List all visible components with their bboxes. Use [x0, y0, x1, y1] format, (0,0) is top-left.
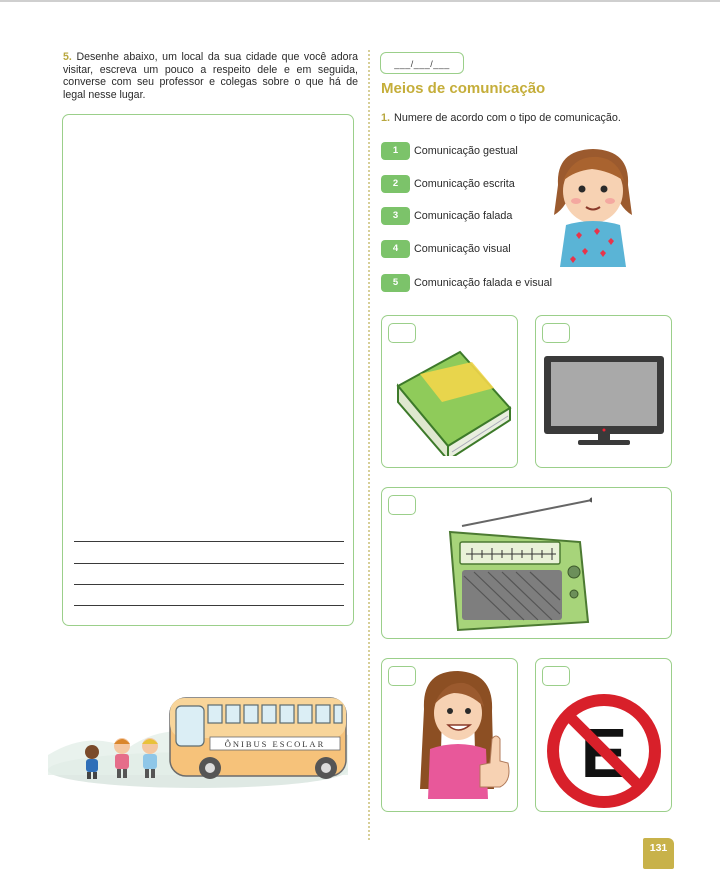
radio-icon — [448, 497, 592, 632]
type-number-badge: 1 — [381, 142, 410, 160]
type-number-badge: 3 — [381, 207, 410, 225]
page-number: 131 — [643, 838, 674, 869]
communication-type-1: 1 Comunicação gestual — [381, 142, 518, 160]
type-label: Comunicação visual — [414, 243, 511, 255]
thumbs-up-girl-icon — [420, 671, 510, 799]
card-book — [381, 315, 518, 468]
type-number-badge: 2 — [381, 175, 410, 193]
drawing-area[interactable] — [62, 114, 354, 626]
type-label: Comunicação falada e visual — [414, 277, 553, 289]
card-tv — [535, 315, 672, 468]
writing-line-4[interactable] — [74, 605, 344, 606]
communication-type-4: 4 Comunicação visual — [381, 240, 511, 258]
exercise-1-number: 1. — [381, 112, 391, 124]
type-label: Comunicação escrita — [414, 178, 515, 190]
television-icon — [544, 356, 664, 445]
exercise-5-text: 5. Desenhe abaixo, um local da sua cidad… — [63, 51, 358, 101]
type-label: Comunicação gestual — [414, 145, 518, 157]
no-parking-sign-icon: E — [547, 694, 661, 808]
writing-line-2[interactable] — [74, 563, 344, 564]
communication-type-2: 2 Comunicação escrita — [381, 175, 515, 193]
answer-box-sign[interactable] — [542, 666, 570, 686]
writing-line-3[interactable] — [74, 584, 344, 585]
card-sign: E — [535, 658, 672, 812]
column-divider — [368, 50, 370, 840]
answer-box-tv[interactable] — [542, 323, 570, 343]
card-radio — [381, 487, 672, 639]
communication-type-3: 3 Comunicação falada — [381, 207, 512, 225]
exercise-1-instruction: Numere de acordo com o tipo de comunicaç… — [394, 112, 621, 124]
writing-line-1[interactable] — [74, 541, 344, 542]
answer-box-gesture[interactable] — [388, 666, 416, 686]
type-number-badge: 5 — [381, 274, 410, 292]
school-bus-illustration: ÔNIBUS ESCOLAR — [48, 697, 348, 788]
exercise-1-text: 1. Numere de acordo com o tipo de comunic… — [381, 112, 621, 124]
type-number-badge: 4 — [381, 240, 410, 258]
bus-sign-text: ÔNIBUS ESCOLAR — [225, 739, 326, 749]
girl-illustration — [554, 149, 632, 267]
type-label: Comunicação falada — [414, 210, 513, 222]
date-field[interactable]: ___/___/___ — [380, 52, 464, 74]
section-title: Meios de comunicação — [381, 80, 546, 97]
answer-box-book[interactable] — [388, 323, 416, 343]
communication-type-5: 5 Comunicação falada e visual — [381, 274, 552, 292]
card-gesture — [381, 658, 518, 812]
book-icon — [396, 350, 512, 456]
exercise-5-number: 5. — [63, 51, 72, 63]
top-rule — [0, 0, 720, 2]
exercise-5-instruction: Desenhe abaixo, um local da sua cidade q… — [63, 51, 358, 101]
answer-box-radio[interactable] — [388, 495, 416, 515]
